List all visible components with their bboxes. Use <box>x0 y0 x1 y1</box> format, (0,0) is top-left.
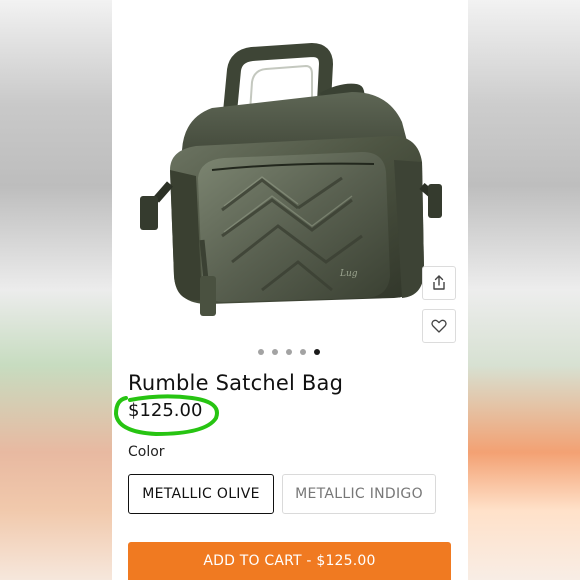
blurred-background-right <box>468 0 580 580</box>
bag-illustration: Lug <box>140 43 442 316</box>
color-option-metallic-olive[interactable]: METALLIC OLIVE <box>128 474 274 514</box>
blurred-background-left <box>0 0 112 580</box>
gallery-dot[interactable] <box>258 349 264 355</box>
add-to-cart-button[interactable]: ADD TO CART - $125.00 <box>128 542 451 580</box>
color-label: Color <box>128 444 165 460</box>
heart-icon <box>431 319 447 333</box>
add-to-cart-label: ADD TO CART - $125.00 <box>203 553 376 569</box>
product-page: Lug Rumble Satchel Bag $125.00 Color MET… <box>112 0 468 580</box>
color-option-label: METALLIC INDIGO <box>295 486 423 502</box>
favorite-button[interactable] <box>422 309 456 343</box>
gallery-dot[interactable] <box>286 349 292 355</box>
product-image[interactable]: Lug <box>112 0 468 343</box>
svg-text:Lug: Lug <box>339 269 358 279</box>
color-option-metallic-indigo[interactable]: METALLIC INDIGO <box>282 474 436 514</box>
color-option-label: METALLIC OLIVE <box>142 486 260 502</box>
gallery-dot-active[interactable] <box>314 349 320 355</box>
gallery-pagination <box>258 349 320 355</box>
share-icon <box>433 275 445 290</box>
share-button[interactable] <box>422 266 456 300</box>
gallery-dot[interactable] <box>272 349 278 355</box>
gallery-dot[interactable] <box>300 349 306 355</box>
product-price: $125.00 <box>128 400 203 421</box>
